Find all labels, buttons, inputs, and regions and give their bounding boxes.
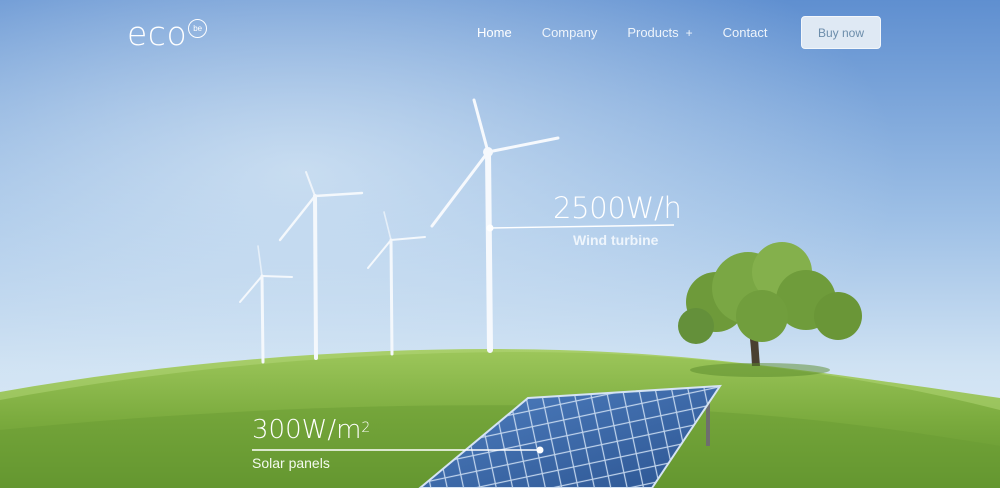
nav-item-home[interactable]: Home <box>477 24 512 42</box>
solar-output-value: 300W/m2 <box>252 414 370 446</box>
nav-item-contact[interactable]: Contact <box>723 24 768 42</box>
nav-item-label: Products <box>627 25 679 40</box>
buy-now-button[interactable]: Buy now <box>801 16 881 49</box>
nav-item-company[interactable]: Company <box>542 24 598 42</box>
wind-output-label: Wind turbine <box>573 232 659 248</box>
brand-badge: be <box>188 19 208 38</box>
hero-section: eco be Home Company Products + Contact B… <box>0 0 1000 488</box>
landscape-illustration <box>0 0 1000 488</box>
nav-item-label: Home <box>477 25 512 40</box>
wind-output-value: 2500W/h <box>553 191 682 225</box>
nav-item-label: Contact <box>722 25 768 40</box>
solar-output-number: 300W/m <box>252 415 362 445</box>
solar-output-exponent: 2 <box>361 420 371 436</box>
brand-name: eco <box>127 14 188 53</box>
nav-item-label: Company <box>541 25 598 40</box>
brand-logo[interactable]: eco be <box>127 14 208 54</box>
solar-output-label: Solar panels <box>252 455 330 471</box>
plus-icon: + <box>685 26 693 40</box>
main-navigation: Home Company Products + Contact <box>477 24 797 42</box>
nav-item-products[interactable]: Products + <box>627 24 692 42</box>
